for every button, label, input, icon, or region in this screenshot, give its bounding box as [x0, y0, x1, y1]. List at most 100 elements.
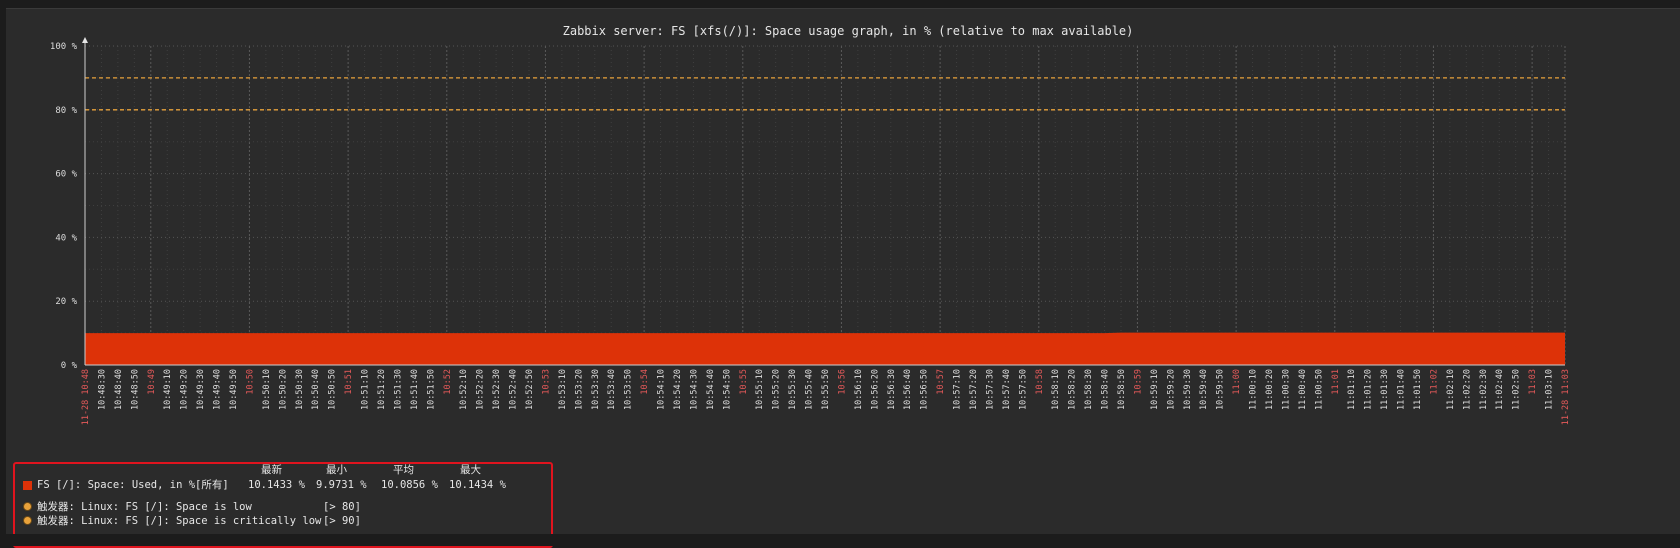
y-tick-label: 60 % [55, 170, 77, 180]
x-tick-label: 10:49:30 [196, 369, 206, 410]
x-tick-label: 11:02:50 [1512, 369, 1522, 410]
x-tick-label: 10:50:10 [262, 369, 272, 410]
y-tick-label: 20 % [55, 297, 77, 307]
x-tick-label: 10:55:10 [755, 369, 765, 410]
x-tick-label: 10:53:20 [574, 369, 584, 410]
x-tick-label: 11-28 10:48 [81, 369, 91, 425]
x-tick-label: 11:01:30 [1380, 369, 1390, 410]
x-tick-label: 11:01:40 [1397, 369, 1407, 410]
y-tick-label: 0 % [61, 361, 78, 371]
y-tick-label: 40 % [55, 233, 77, 243]
x-tick-label: 11:03 [1528, 369, 1538, 395]
legend-item-label: FS [/]: Space: Used, in % [37, 479, 196, 491]
x-tick-label: 10:52:50 [525, 369, 535, 410]
x-tick-label: 11-28 11:03 [1561, 369, 1571, 425]
x-tick-label: 11:00:50 [1314, 369, 1324, 410]
x-tick-label: 10:57:40 [1002, 369, 1012, 410]
legend-item-avg: 10.0856 % [381, 479, 438, 491]
x-tick-label: 10:48:40 [114, 369, 124, 410]
x-tick-label: 10:58:10 [1051, 369, 1061, 410]
legend-trigger-row: 触发器: Linux: FS [/]: Space is low [> 80] [15, 500, 545, 514]
x-tick-label: 11:03:10 [1545, 369, 1555, 410]
series-color-swatch [23, 481, 32, 490]
x-tick-label: 10:59:20 [1166, 369, 1176, 410]
x-tick-label: 10:54:50 [722, 369, 732, 410]
y-axis-arrow-icon [82, 37, 88, 43]
x-tick-label: 11:02:10 [1446, 369, 1456, 410]
x-tick-label: 10:53:50 [624, 369, 634, 410]
x-tick-label: 10:58:20 [1068, 369, 1078, 410]
x-tick-label: 10:49 [147, 369, 157, 395]
x-tick-label: 10:51:20 [377, 369, 387, 410]
x-tick-label: 11:00:30 [1281, 369, 1291, 410]
x-tick-label: 10:55 [739, 369, 749, 395]
plot-area: 0 % 20 % 40 % 60 % 80 % 100 % 11-28 10:48 10:48… [50, 37, 1571, 425]
x-tick-label: 10:59:10 [1150, 369, 1160, 410]
x-tick-label: 10:50:30 [295, 369, 305, 410]
trigger-label: 触发器: Linux: FS [/]: Space is critically … [37, 515, 322, 527]
trigger-condition: [> 80] [323, 501, 361, 513]
x-tick-label: 10:53:40 [607, 369, 617, 410]
trigger-condition: [> 90] [323, 515, 361, 527]
x-tick-label: 10:51 [344, 369, 354, 395]
x-tick-label: 10:57:10 [953, 369, 963, 410]
x-tick-label: 10:51:40 [410, 369, 420, 410]
x-tick-label: 10:59:30 [1183, 369, 1193, 410]
x-tick-label: 10:55:50 [821, 369, 831, 410]
x-tick-label: 10:57 [936, 369, 946, 395]
graph-page: Zabbix server: FS [xfs(/)]: Space usage … [0, 0, 1680, 548]
x-tick-label: 10:55:40 [805, 369, 815, 410]
x-tick-label: 11:00:20 [1265, 369, 1275, 410]
x-tick-label: 10:54:40 [706, 369, 716, 410]
x-tick-label: 10:50:50 [328, 369, 338, 410]
x-tick-label: 10:49:40 [213, 369, 223, 410]
x-tick-label: 10:48:30 [97, 369, 107, 410]
x-tick-label: 10:55:20 [772, 369, 782, 410]
x-tick-label: 10:53:10 [558, 369, 568, 410]
legend-header-min: 最小 [326, 464, 347, 476]
x-tick-label: 11:02 [1429, 369, 1439, 395]
x-tick-label: 11:02:40 [1495, 369, 1505, 410]
x-tick-label: 10:49:20 [180, 369, 190, 410]
x-tick-label: 10:52:30 [492, 369, 502, 410]
x-tick-label: 10:56:10 [854, 369, 864, 410]
x-tick-label: 10:56:20 [870, 369, 880, 410]
x-tick-label: 10:51:10 [361, 369, 371, 410]
legend-item-func: [所有] [195, 479, 229, 491]
space-usage-graph[interactable]: Zabbix server: FS [xfs(/)]: Space usage … [6, 9, 1680, 454]
x-tick-label: 10:50:20 [278, 369, 288, 410]
y-tick-label: 80 % [55, 106, 77, 116]
x-tick-label: 10:59 [1133, 369, 1143, 395]
x-tick-label: 10:50 [245, 369, 255, 395]
legend-header-last: 最新 [261, 464, 282, 476]
chart-title: Zabbix server: FS [xfs(/)]: Space usage … [563, 24, 1134, 38]
x-tick-label: 10:56:40 [903, 369, 913, 410]
trigger-label: 触发器: Linux: FS [/]: Space is low [37, 501, 252, 513]
x-tick-label: 11:01:50 [1413, 369, 1423, 410]
x-tick-label: 10:58:50 [1117, 369, 1127, 410]
legend-header-max: 最大 [460, 464, 481, 476]
x-tick-label: 10:53 [541, 369, 551, 395]
x-tick-label: 10:54:20 [673, 369, 683, 410]
x-tick-label: 10:48:50 [130, 369, 140, 410]
trigger-dot-icon [23, 502, 32, 511]
x-tick-label: 10:56:30 [887, 369, 897, 410]
x-tick-label: 10:59:40 [1199, 369, 1209, 410]
x-tick-label: 10:59:50 [1216, 369, 1226, 410]
x-tick-label: 11:00:40 [1298, 369, 1308, 410]
x-tick-label: 10:52:10 [459, 369, 469, 410]
legend-trigger-row: 触发器: Linux: FS [/]: Space is critically … [15, 514, 545, 528]
x-tick-label: 10:53:30 [591, 369, 601, 410]
legend-header-avg: 平均 [393, 464, 414, 476]
x-tick-label: 10:57:20 [969, 369, 979, 410]
x-tick-label: 11:02:30 [1479, 369, 1489, 410]
trigger-dot-icon [23, 516, 32, 525]
legend-item-row: FS [/]: Space: Used, in % [所有] 10.1433 %… [15, 478, 545, 492]
x-tick-label: 10:58 [1035, 369, 1045, 395]
x-tick-label: 10:54:10 [657, 369, 667, 410]
x-tick-label: 10:52:40 [509, 369, 519, 410]
x-tick-label: 10:56:50 [920, 369, 930, 410]
x-tick-label: 10:56 [837, 369, 847, 395]
x-tick-label: 11:00 [1232, 369, 1242, 395]
x-tick-label: 10:58:30 [1084, 369, 1094, 410]
